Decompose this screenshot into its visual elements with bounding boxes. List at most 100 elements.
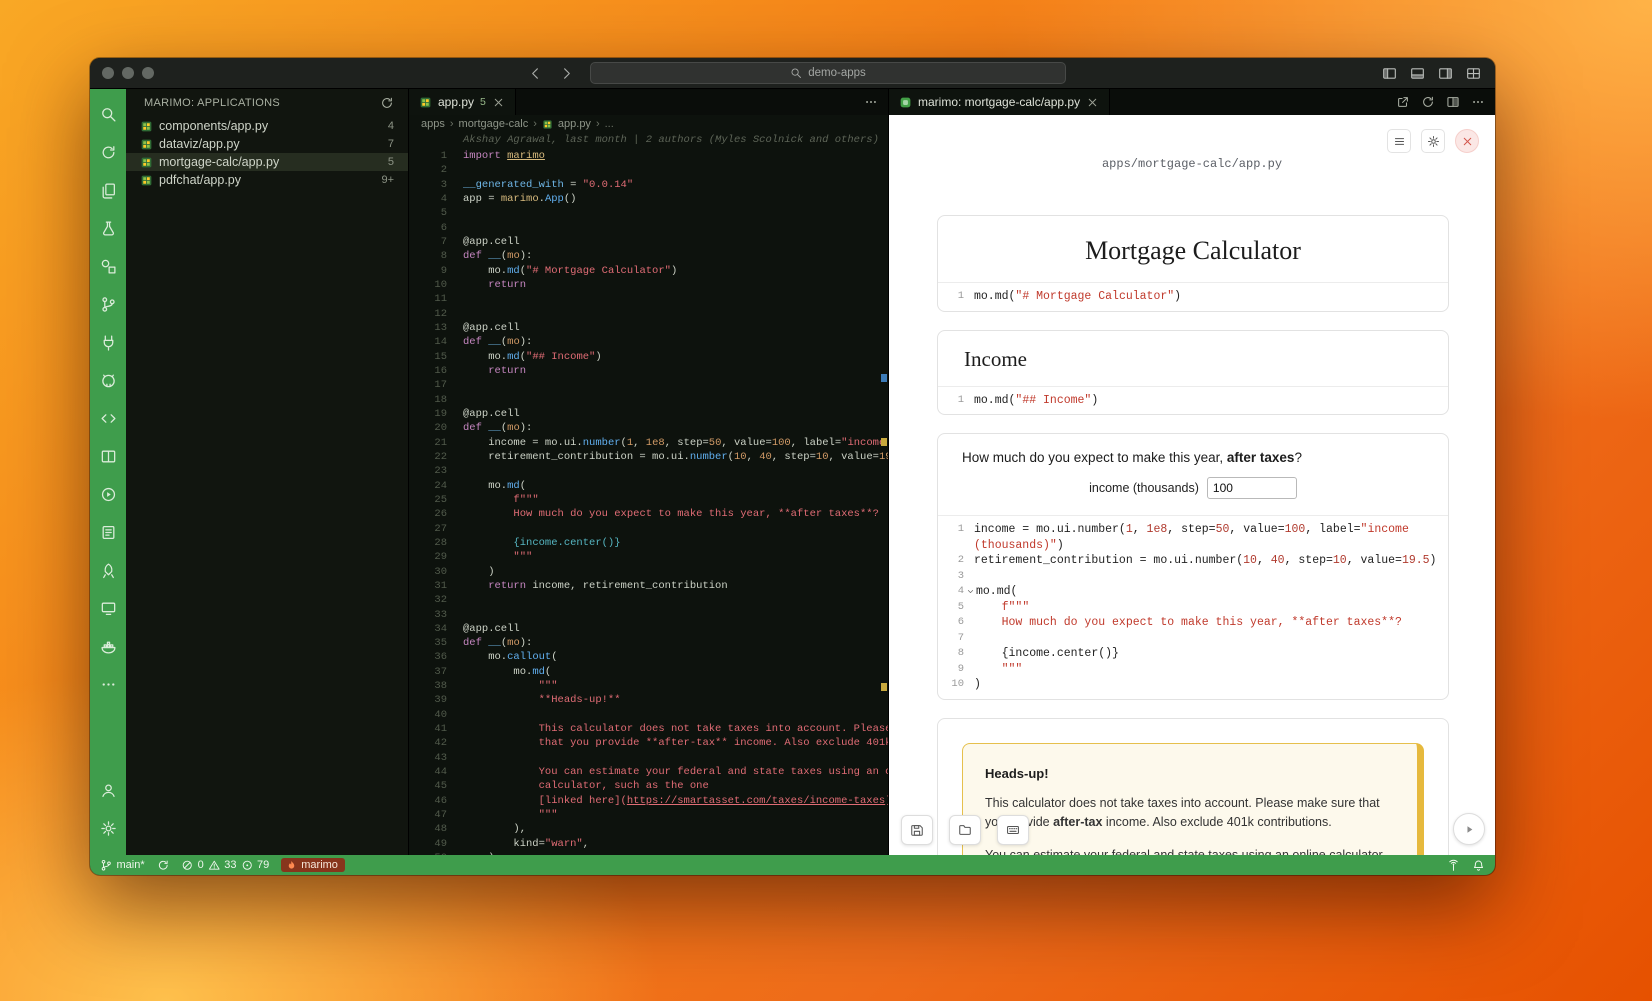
- sync-status[interactable]: [157, 859, 170, 872]
- docker-icon[interactable]: [100, 638, 117, 655]
- line-number: 39: [409, 693, 463, 707]
- github-icon[interactable]: [100, 372, 117, 389]
- split-editor-icon[interactable]: [1446, 95, 1460, 109]
- zoom-window-button[interactable]: [142, 67, 154, 79]
- columns-icon[interactable]: [100, 448, 117, 465]
- problems-status[interactable]: 0 33 79: [181, 859, 269, 872]
- breadcrumb-separator: ›: [596, 118, 600, 130]
- play-icon[interactable]: [100, 486, 117, 503]
- refresh-icon[interactable]: [380, 96, 394, 110]
- breadcrumb: apps › mortgage-calc › app.py › ...: [409, 115, 888, 133]
- toggle-sidebar-icon[interactable]: [1382, 66, 1397, 81]
- income-input[interactable]: [1207, 477, 1297, 499]
- shortcuts-button[interactable]: [997, 815, 1029, 845]
- file-item-components-app-py[interactable]: components/app.py4: [126, 117, 408, 135]
- code-line: 43: [409, 751, 888, 765]
- notebook-cells: Mortgage Calculator 1mo.md("# Mortgage C…: [937, 215, 1449, 855]
- code-icon[interactable]: [100, 410, 117, 427]
- sync-icon[interactable]: [100, 144, 117, 161]
- command-center-search[interactable]: demo-apps: [590, 62, 1066, 84]
- minimize-window-button[interactable]: [122, 67, 134, 79]
- code-line: 8 {income.center()}: [948, 646, 1438, 662]
- line-number: 3: [948, 569, 974, 585]
- line-number: 30: [409, 565, 463, 579]
- rocket-icon[interactable]: [100, 562, 117, 579]
- more-actions-icon[interactable]: [1471, 95, 1485, 109]
- open-external-icon[interactable]: [1396, 95, 1410, 109]
- code-line: 1mo.md("# Mortgage Calculator"): [948, 289, 1438, 305]
- menu-button[interactable]: [1387, 129, 1411, 153]
- breadcrumb-item[interactable]: ...: [605, 118, 614, 130]
- files-button[interactable]: [949, 815, 981, 845]
- close-window-button[interactable]: [102, 67, 114, 79]
- shapes-icon[interactable]: [100, 258, 117, 275]
- cell-code[interactable]: 1income = mo.ui.number(1, 1e8, step=50, …: [938, 515, 1448, 699]
- code-editor[interactable]: 1import marimo23__generated_with = "0.0.…: [409, 147, 888, 855]
- titlebar[interactable]: demo-apps: [90, 58, 1495, 89]
- line-number: 3: [409, 178, 463, 192]
- toggle-panel-icon[interactable]: [1410, 66, 1425, 81]
- more-icon[interactable]: [100, 676, 117, 693]
- shutdown-button[interactable]: [1455, 129, 1479, 153]
- line-number: 9: [409, 264, 463, 278]
- more-actions-icon[interactable]: [864, 95, 878, 109]
- code-line: 17: [409, 378, 888, 392]
- cell-code[interactable]: 1mo.md("# Mortgage Calculator"): [938, 282, 1448, 311]
- search-icon[interactable]: [100, 106, 117, 123]
- code-line: 33: [409, 608, 888, 622]
- tab-app-py[interactable]: app.py 5: [409, 89, 516, 115]
- toggle-secondary-sidebar-icon[interactable]: [1438, 66, 1453, 81]
- tab-marimo-webview[interactable]: marimo: mortgage-calc/app.py: [889, 89, 1110, 115]
- callout-p1-bold: after-tax: [1053, 815, 1102, 829]
- line-number: 16: [409, 364, 463, 378]
- code-line: 9 mo.md("# Mortgage Calculator"): [409, 264, 888, 278]
- line-number: 24: [409, 479, 463, 493]
- file-list: components/app.py4dataviz/app.py7mortgag…: [126, 117, 408, 189]
- line-number: 17: [409, 378, 463, 392]
- notebook-icon[interactable]: [100, 524, 117, 541]
- plug-icon[interactable]: [100, 334, 117, 351]
- cell-code[interactable]: 1mo.md("## Income"): [938, 386, 1448, 415]
- reload-icon[interactable]: [1421, 95, 1435, 109]
- errors-icon: [181, 859, 194, 872]
- line-number: 42: [409, 736, 463, 750]
- flask-icon[interactable]: [100, 220, 117, 237]
- notebook-toolbar: [901, 815, 1029, 845]
- save-button[interactable]: [901, 815, 933, 845]
- line-number: 21: [409, 436, 463, 450]
- fold-chevron-icon[interactable]: [966, 587, 975, 596]
- customize-layout-icon[interactable]: [1466, 66, 1481, 81]
- account-icon[interactable]: [100, 782, 117, 799]
- sidebar-title: MARIMO: APPLICATIONS: [144, 97, 380, 109]
- settings-button[interactable]: [1421, 129, 1445, 153]
- search-icon: [790, 67, 802, 79]
- bell-icon[interactable]: [1472, 859, 1485, 872]
- line-number: 8: [948, 646, 974, 662]
- monitor-icon[interactable]: [100, 600, 117, 617]
- forward-icon[interactable]: [559, 66, 574, 81]
- git-branch-icon: [100, 859, 113, 872]
- breadcrumb-item[interactable]: mortgage-calc: [459, 118, 529, 130]
- git-branch-status[interactable]: main*: [100, 859, 145, 872]
- run-button[interactable]: [1453, 813, 1485, 845]
- line-number: 40: [409, 708, 463, 722]
- breadcrumb-item[interactable]: app.py: [558, 118, 591, 130]
- code-line: 1income = mo.ui.number(1, 1e8, step=50, …: [948, 522, 1438, 553]
- line-number: 4: [409, 192, 463, 206]
- breadcrumb-item[interactable]: apps: [421, 118, 445, 130]
- close-icon[interactable]: [492, 96, 505, 109]
- gear-icon[interactable]: [100, 820, 117, 837]
- broadcast-icon[interactable]: [1447, 859, 1460, 872]
- back-icon[interactable]: [528, 66, 543, 81]
- close-icon[interactable]: [1086, 96, 1099, 109]
- file-item-dataviz-app-py[interactable]: dataviz/app.py7: [126, 135, 408, 153]
- marimo-status-badge[interactable]: marimo: [281, 858, 345, 872]
- file-item-mortgage-calc-app-py[interactable]: mortgage-calc/app.py5: [126, 153, 408, 171]
- files-icon[interactable]: [100, 182, 117, 199]
- code-line: 3__generated_with = "0.0.14": [409, 178, 888, 192]
- line-number: 6: [948, 615, 974, 631]
- branch-icon[interactable]: [100, 296, 117, 313]
- file-item-pdfchat-app-py[interactable]: pdfchat/app.py9+: [126, 171, 408, 189]
- code-line: 13@app.cell: [409, 321, 888, 335]
- code-line: 5 f""": [948, 600, 1438, 616]
